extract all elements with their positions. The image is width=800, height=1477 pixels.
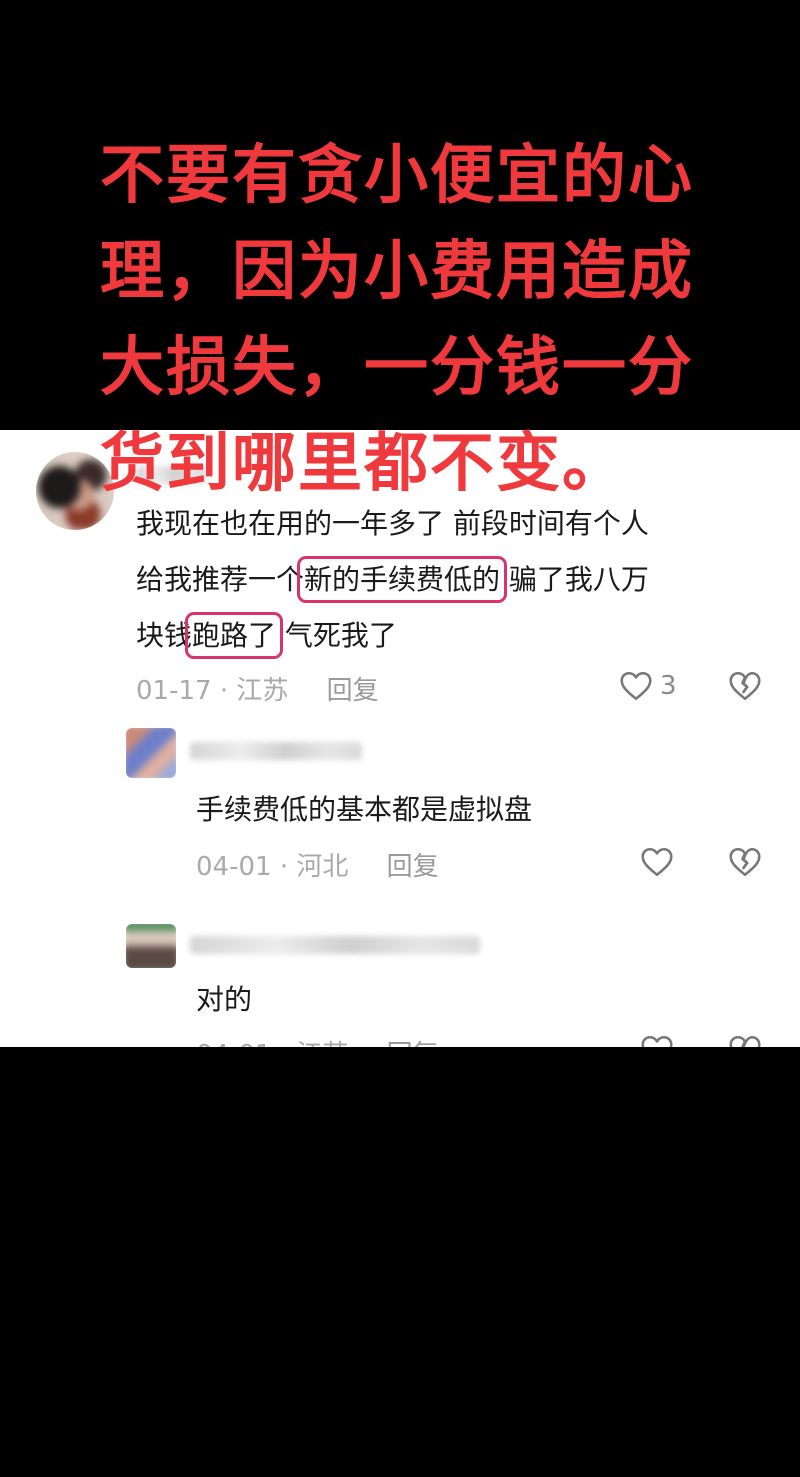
avatar[interactable] (126, 924, 176, 968)
meta-separator: · (219, 676, 229, 706)
comment-text: 块钱跑路了 气死我了 (136, 612, 397, 659)
meta-separator: · (280, 1040, 288, 1047)
headline-line: 不要有贪小便宜的心 (100, 139, 694, 213)
headline-line: 理，因为小费用造成 (100, 235, 694, 309)
heart-icon[interactable] (639, 1032, 675, 1047)
headline-line: 货到哪里都不变。 (100, 427, 628, 501)
heart-icon[interactable] (618, 668, 654, 704)
comment-date: 04-01 (196, 1040, 272, 1047)
broken-heart-icon[interactable] (727, 844, 763, 880)
broken-heart-icon[interactable] (727, 1032, 763, 1047)
comment-text: 对的 (196, 983, 253, 1016)
comment-date: 04-01 (196, 852, 272, 882)
highlight-box: 跑路了 (185, 612, 284, 659)
comment-meta: 04-01 · 江苏 回复 (196, 1034, 439, 1047)
comments-panel: 我现在也在用的一年多了 前段时间有个人 给我推荐一个新的手续费低的 骗了我八万 … (0, 430, 800, 1047)
highlight-box: 新的手续费低的 (297, 556, 508, 603)
meta-separator: · (279, 852, 289, 882)
comment-text: 给我推荐一个新的手续费低的 骗了我八万 (136, 556, 649, 603)
comment-location: 江苏 (296, 1040, 348, 1047)
headline-overlay: 不要有贪小便宜的心 理，因为小费用造成 大损失，一分钱一分 货到哪里都不变。 (100, 128, 740, 512)
broken-heart-icon[interactable] (727, 668, 763, 704)
reply-button[interactable]: 回复 (327, 676, 379, 706)
comment-meta: 04-01 · 河北 回复 (196, 846, 439, 883)
comment-meta: 01-17 · 江苏 回复 (136, 670, 379, 707)
headline-line: 大损失，一分钱一分 (100, 331, 694, 405)
username-blurred[interactable] (190, 936, 480, 954)
comment-location: 江苏 (236, 676, 289, 706)
comment-date: 01-17 (136, 676, 212, 706)
heart-icon[interactable] (639, 844, 675, 880)
reply-button[interactable]: 回复 (387, 852, 439, 882)
avatar[interactable] (126, 728, 176, 778)
comment-location: 河北 (296, 852, 349, 882)
like-count: 3 (660, 671, 677, 701)
comment-text: 手续费低的基本都是虚拟盘 (196, 793, 533, 826)
username-blurred[interactable] (190, 742, 362, 760)
reply-button[interactable]: 回复 (387, 1040, 439, 1047)
